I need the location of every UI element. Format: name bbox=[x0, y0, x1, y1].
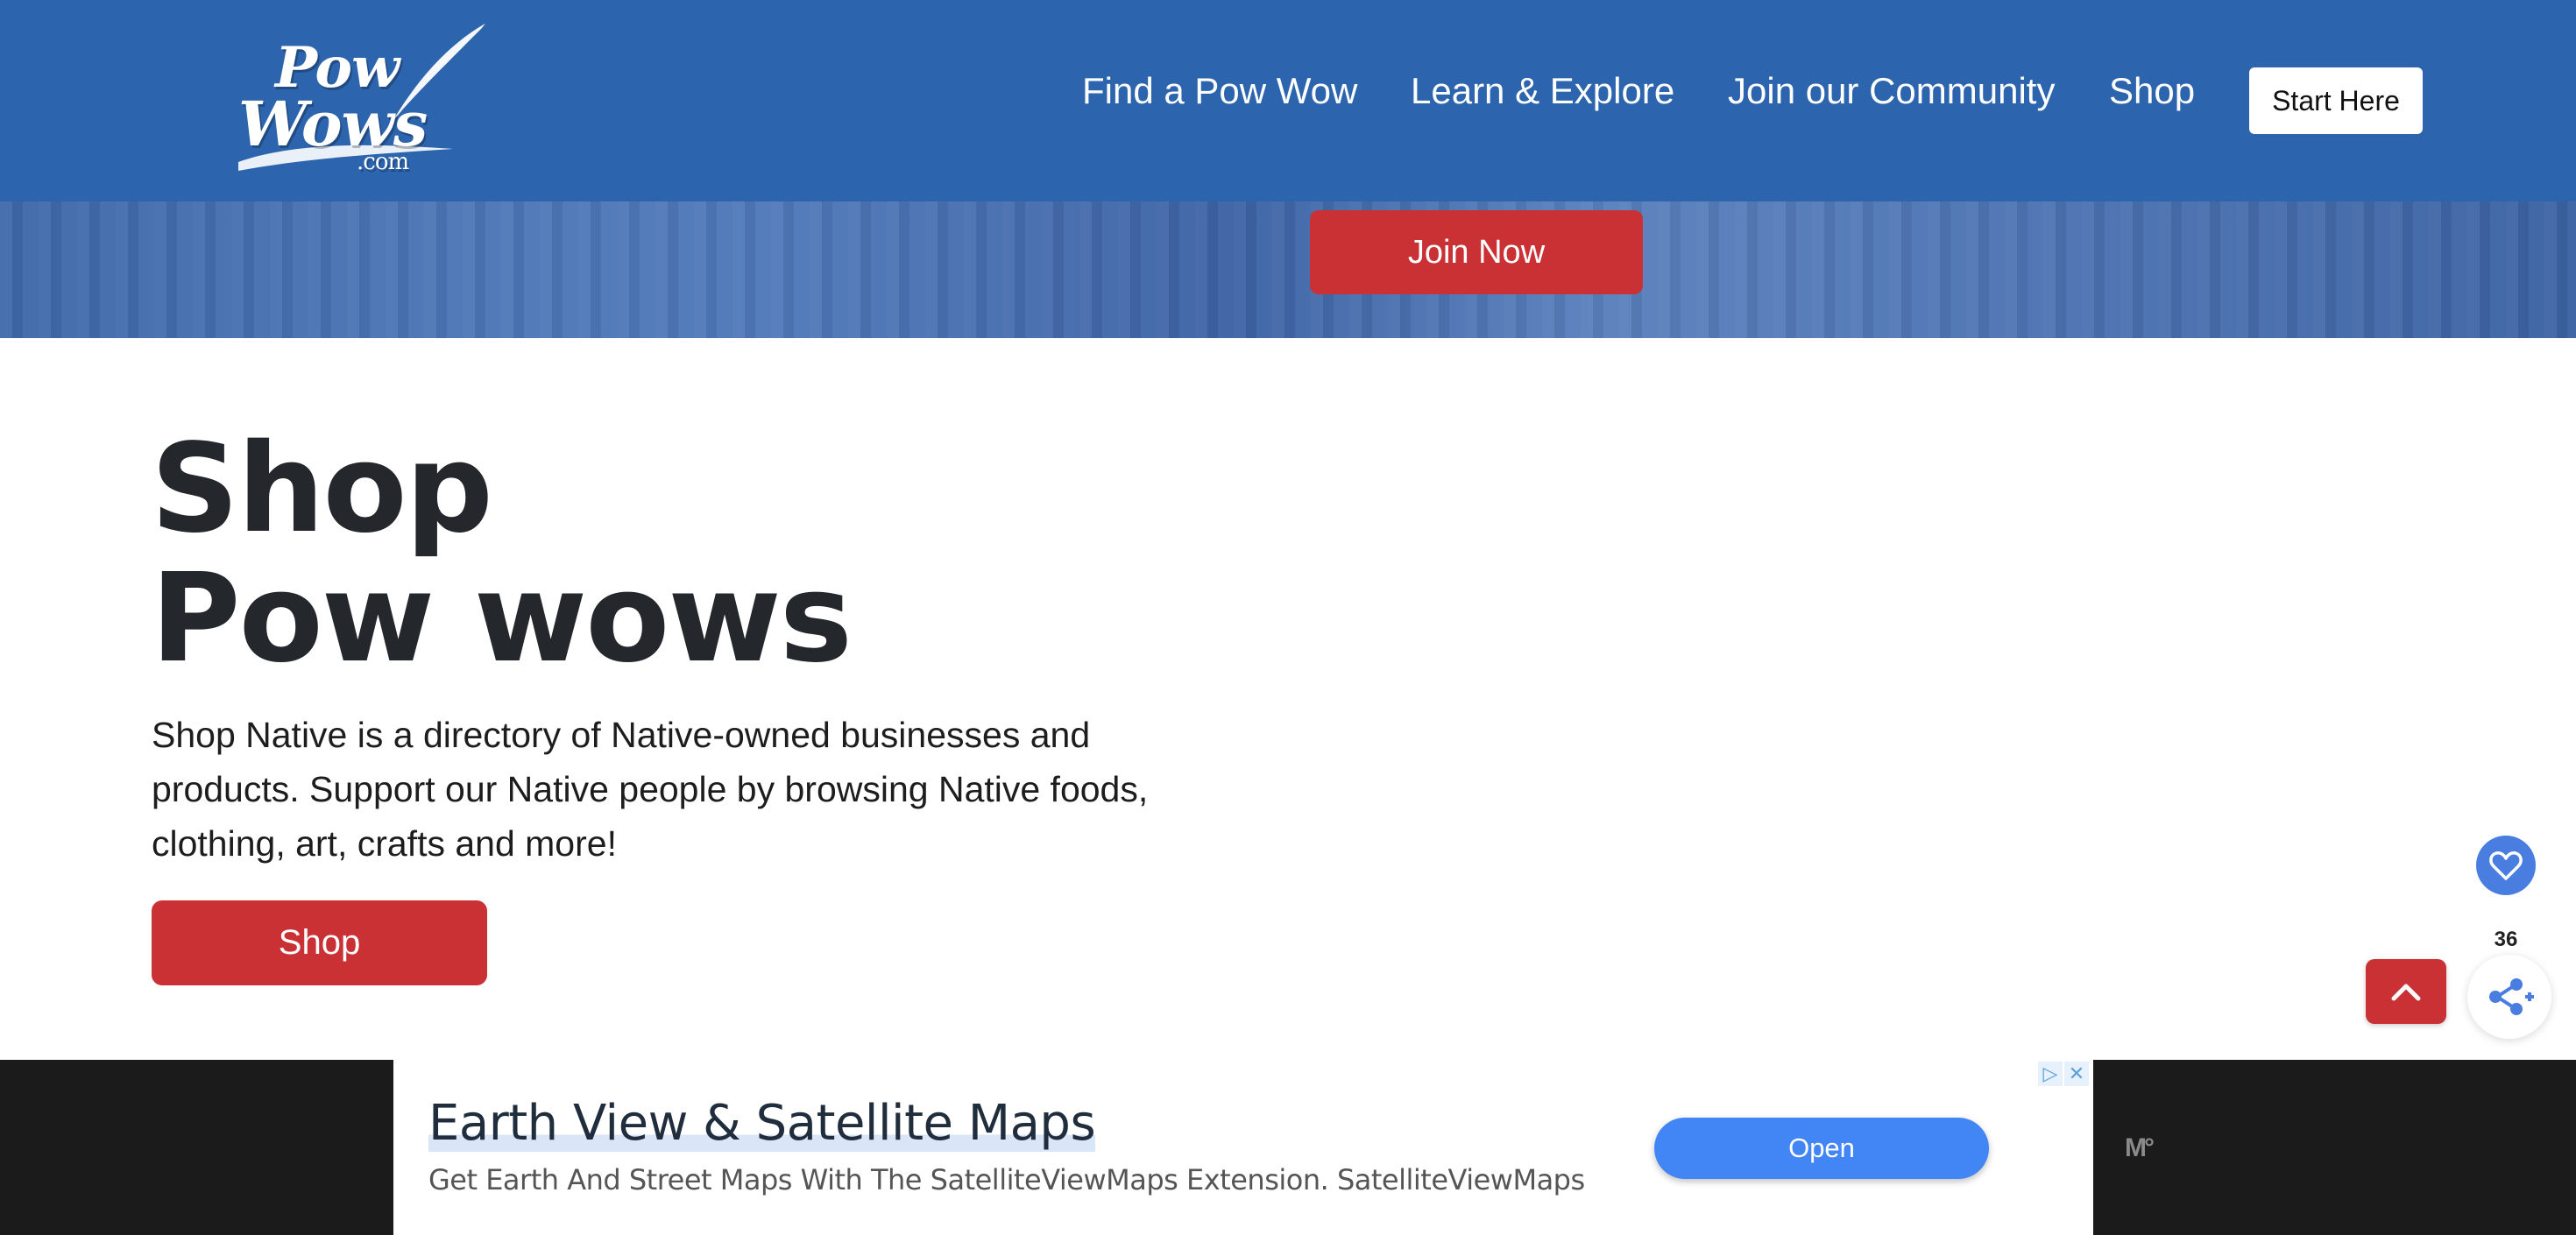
ad-banner[interactable]: Earth View & Satellite Maps Get Earth An… bbox=[393, 1060, 2093, 1235]
join-now-button[interactable]: Join Now bbox=[1310, 210, 1643, 294]
share-button[interactable] bbox=[2467, 955, 2551, 1039]
share-icon bbox=[2489, 978, 2534, 1015]
start-here-button[interactable]: Start Here bbox=[2249, 67, 2423, 134]
ad-info-icon[interactable]: ▷ bbox=[2038, 1062, 2063, 1086]
hero-banner: Join Now bbox=[0, 201, 2576, 338]
heart-icon bbox=[2489, 851, 2523, 880]
ad-open-button[interactable]: Open bbox=[1654, 1118, 1989, 1179]
nav-shop[interactable]: Shop bbox=[2109, 70, 2195, 112]
ad-choices[interactable]: ▷ ✕ bbox=[2038, 1062, 2091, 1086]
favorite-button[interactable] bbox=[2476, 836, 2536, 895]
page-title-line2: Pow wows bbox=[151, 547, 853, 690]
hero-background-image bbox=[0, 201, 2576, 338]
mediavine-logo: M° bbox=[2125, 1133, 2155, 1162]
nav-learn-explore[interactable]: Learn & Explore bbox=[1411, 70, 1674, 112]
ad-subtitle: Get Earth And Street Maps With The Satel… bbox=[428, 1163, 1585, 1196]
logo-com-text: .com bbox=[357, 149, 409, 175]
page-title: Shop Pow wows bbox=[151, 418, 853, 690]
site-header: Pow Wows .com Find a Pow Wow Learn & Exp… bbox=[0, 0, 2576, 201]
scroll-to-top-button[interactable] bbox=[2366, 959, 2446, 1024]
page-title-line1: Shop bbox=[151, 418, 493, 561]
powwows-logo[interactable]: Pow Wows .com bbox=[230, 18, 501, 180]
nav-join-community[interactable]: Join our Community bbox=[1728, 70, 2055, 112]
shop-button[interactable]: Shop bbox=[152, 900, 487, 985]
nav-find-pow-wow[interactable]: Find a Pow Wow bbox=[1082, 70, 1357, 112]
chevron-up-icon bbox=[2391, 984, 2421, 1001]
ad-title[interactable]: Earth View & Satellite Maps bbox=[428, 1095, 1096, 1152]
ad-close-icon[interactable]: ✕ bbox=[2064, 1062, 2089, 1086]
shop-description: Shop Native is a directory of Native-own… bbox=[152, 715, 1149, 864]
ad-bar: Earth View & Satellite Maps Get Earth An… bbox=[0, 1060, 2576, 1235]
